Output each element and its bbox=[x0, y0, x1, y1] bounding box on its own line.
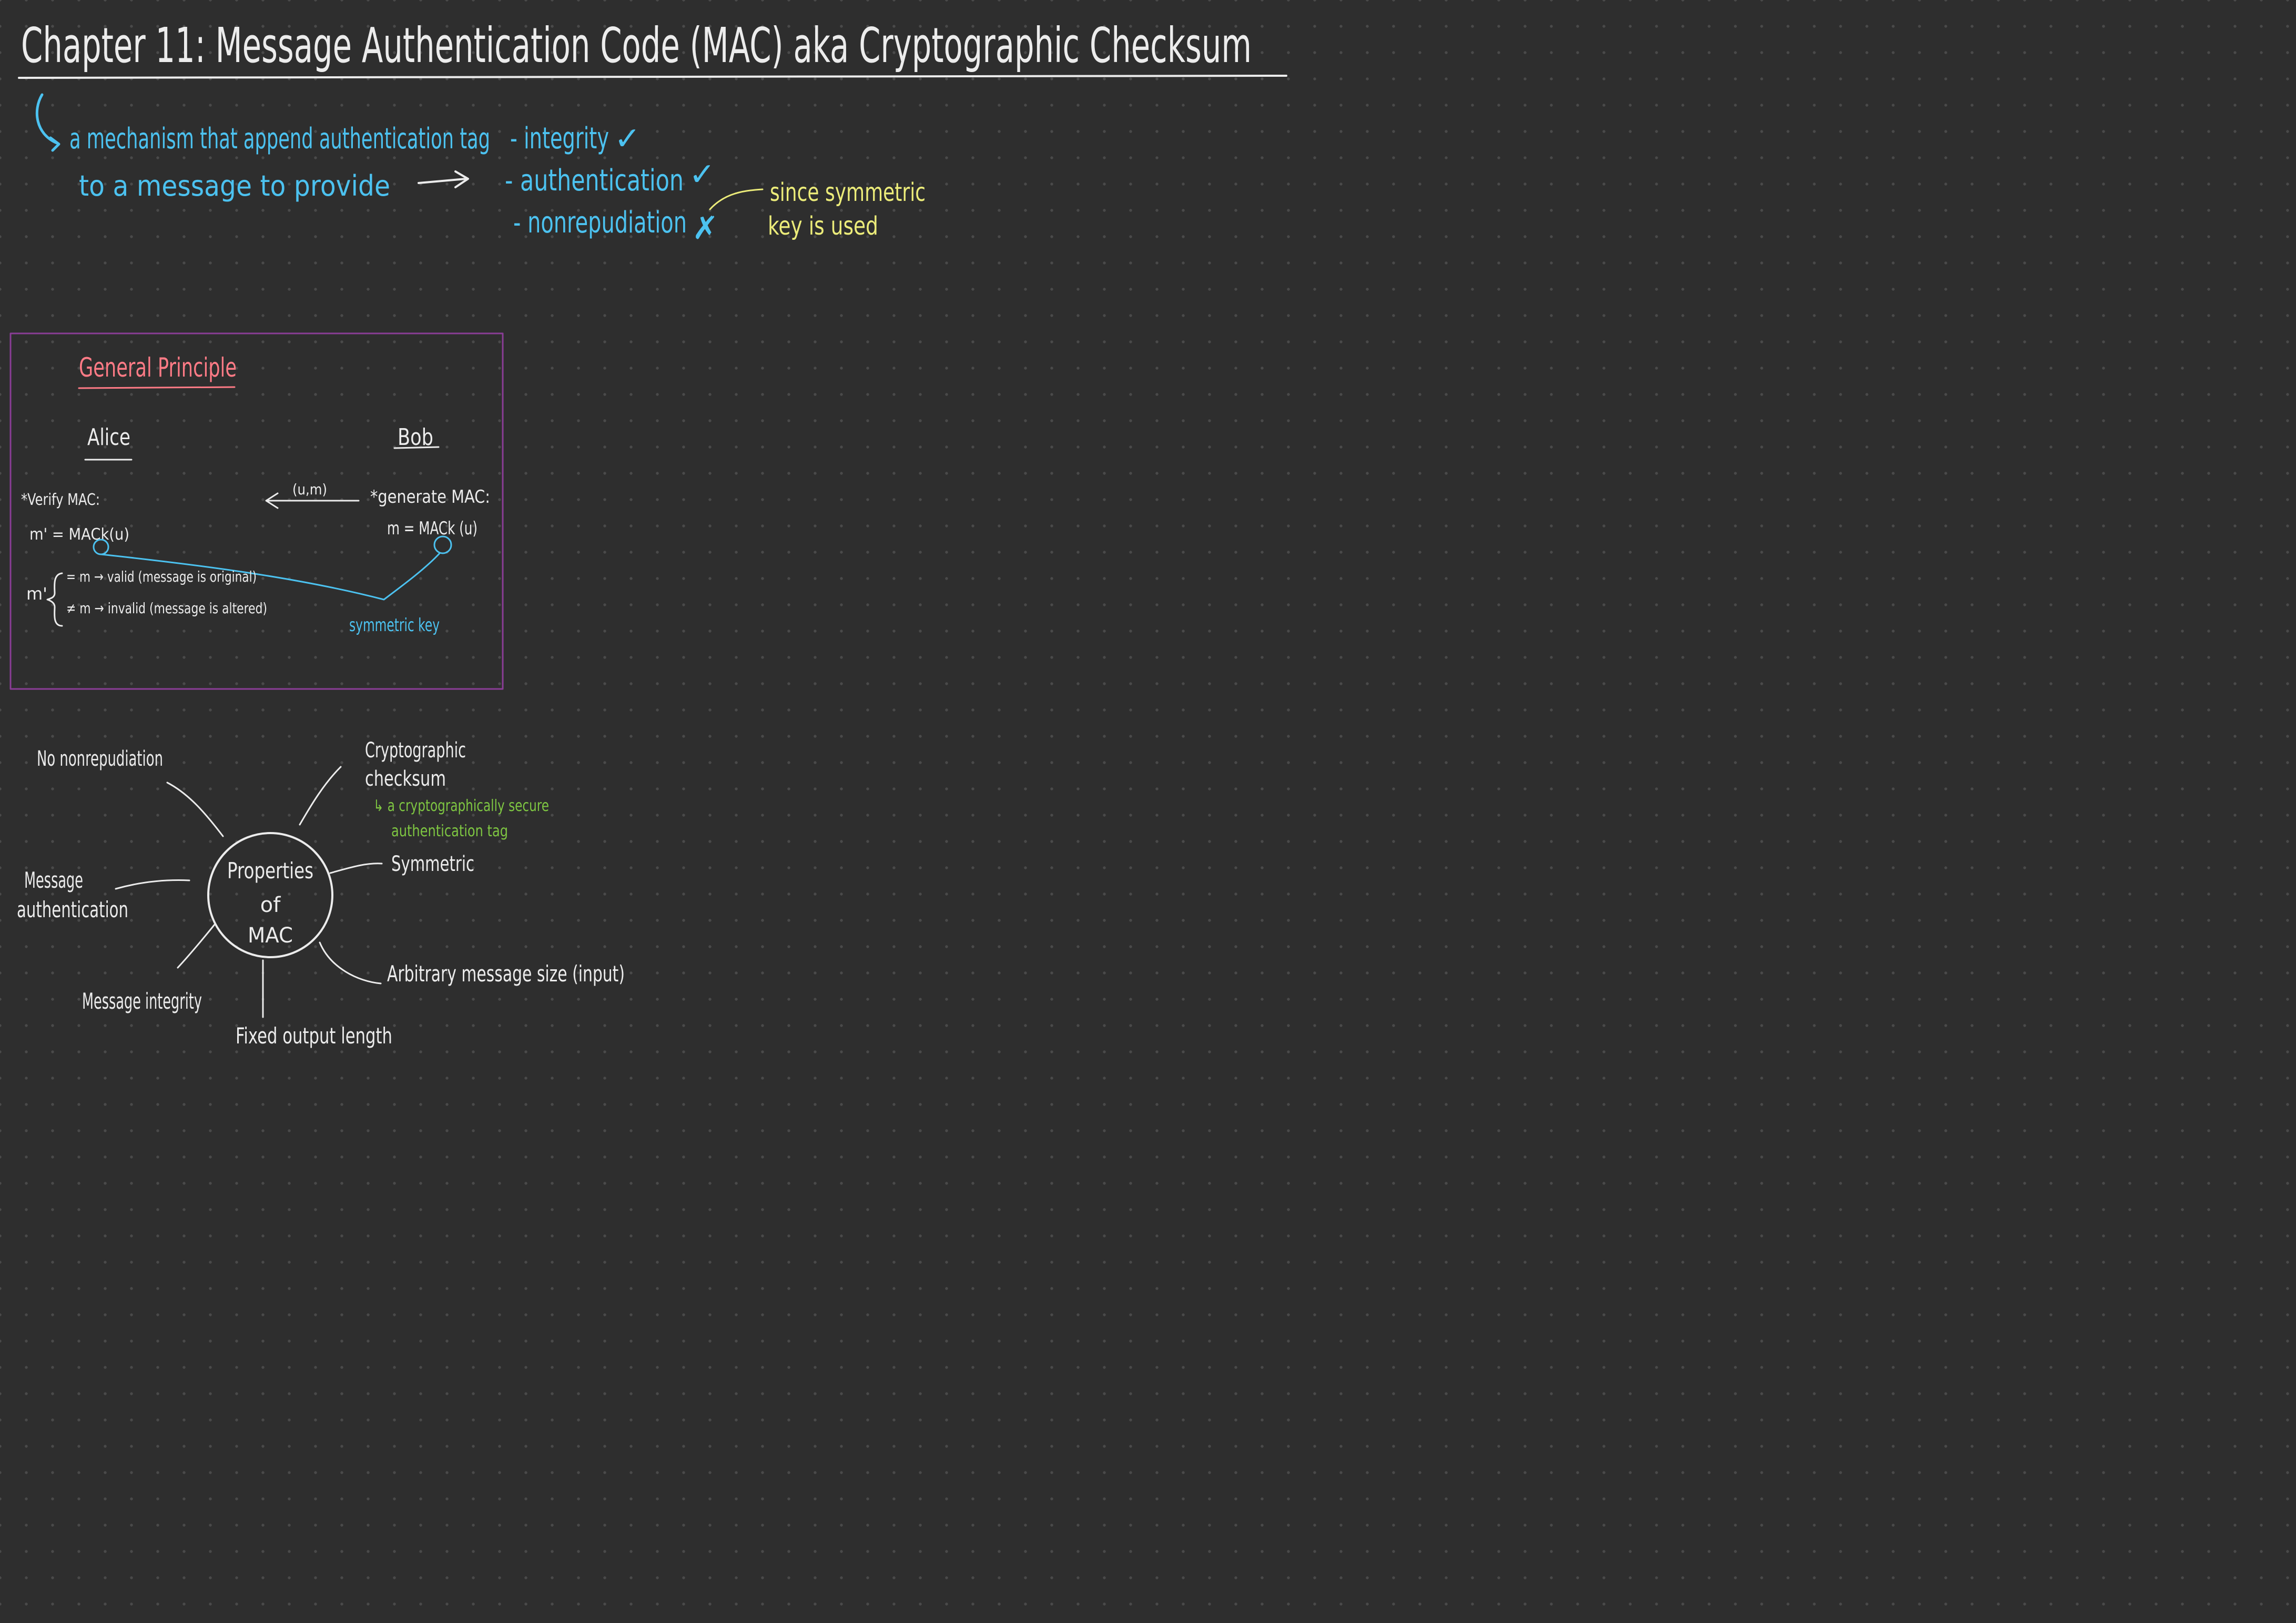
leaf-fixed: Fixed output length bbox=[236, 1023, 392, 1049]
spoke-nonrepudiation bbox=[166, 782, 224, 837]
center-line-3: MAC bbox=[248, 924, 293, 948]
note-line-2: key is used bbox=[768, 211, 878, 241]
principle-heading: General Principle bbox=[79, 352, 237, 383]
title-underline bbox=[18, 75, 1287, 79]
definition-line-2: to a message to provide bbox=[79, 169, 390, 202]
invalid-case: ≠ m → invalid (message is altered) bbox=[66, 600, 267, 617]
crypto-note-line-1: ↳ a cryptographically secure bbox=[373, 797, 549, 815]
bob-underline bbox=[393, 446, 440, 449]
spoke-arbitrary bbox=[319, 941, 382, 985]
check-icon: ✓ bbox=[689, 156, 715, 193]
item-integrity: - integrity bbox=[510, 121, 609, 156]
valid-case: = m → valid (message is original) bbox=[66, 568, 257, 585]
cross-icon: ✗ bbox=[692, 210, 718, 247]
page-title: Chapter 11: Message Authentication Code … bbox=[21, 17, 1252, 74]
principle-heading-underline bbox=[78, 386, 236, 389]
leaf-symmetric: Symmetric bbox=[391, 852, 474, 876]
spoke-crypto bbox=[299, 766, 342, 826]
spoke-auth bbox=[115, 879, 190, 890]
leaf-auth-line-2: authentication bbox=[17, 897, 128, 922]
leaf-auth-line-1: Message bbox=[24, 867, 83, 893]
leaf-crypto-line-1: Cryptographic bbox=[365, 738, 466, 763]
definition-line-1: a mechanism that append authentication t… bbox=[69, 122, 490, 155]
provide-arrow bbox=[418, 170, 469, 188]
notes-canvas[interactable]: Chapter 11: Message Authentication Code … bbox=[0, 0, 2296, 1623]
center-line-1: Properties bbox=[227, 858, 313, 884]
leaf-arbitrary: Arbitrary message size (input) bbox=[387, 961, 625, 987]
verify-label: *Verify MAC: bbox=[21, 491, 100, 509]
crypto-note-line-2: authentication tag bbox=[391, 822, 508, 840]
compare-brace bbox=[46, 572, 63, 627]
verify-formula: m' = MACk(u) bbox=[29, 525, 129, 544]
generate-formula: m = MACk (u) bbox=[387, 518, 478, 539]
generate-label: *generate MAC: bbox=[370, 486, 490, 508]
note-connector bbox=[709, 188, 764, 210]
item-nonrepudiation: - nonrepudiation bbox=[513, 206, 687, 240]
check-icon: ✓ bbox=[614, 120, 641, 157]
item-authentication: - authentication bbox=[505, 164, 684, 198]
spoke-integrity bbox=[177, 924, 216, 969]
leaf-nonrepudiation: No nonrepudiation bbox=[37, 747, 163, 771]
center-line-2: of bbox=[260, 893, 281, 917]
transmit-label: (u,m) bbox=[292, 481, 327, 498]
leaf-crypto-line-2: checksum bbox=[365, 767, 446, 791]
key-label: symmetric key bbox=[349, 615, 440, 636]
note-line-1: since symmetric bbox=[770, 178, 926, 207]
definition-arrow bbox=[35, 93, 60, 152]
compare-label: m' bbox=[26, 584, 47, 604]
leaf-integrity: Message integrity bbox=[82, 988, 202, 1014]
alice-label: Alice bbox=[87, 424, 130, 451]
spoke-symmetric bbox=[329, 863, 383, 874]
